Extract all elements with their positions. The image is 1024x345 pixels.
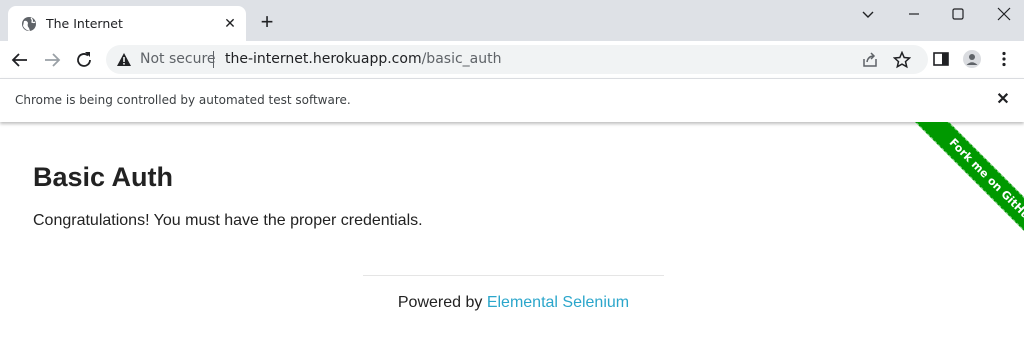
infobar-message: Chrome is being controlled by automated … [15, 93, 351, 107]
globe-icon [22, 17, 36, 31]
url-text[interactable]: the-internet.herokuapp.com/basic_auth [225, 51, 501, 67]
reload-icon[interactable] [73, 49, 95, 71]
browser-tab[interactable]: The Internet ✕ [8, 6, 246, 41]
footer-divider [363, 275, 664, 276]
tab-title: The Internet [46, 16, 123, 31]
arrow-left-icon[interactable] [9, 49, 31, 71]
star-icon[interactable] [893, 51, 911, 69]
infobar-close-icon[interactable]: ✕ [994, 91, 1012, 109]
tab-strip: The Internet ✕ + [0, 0, 1024, 41]
success-message: Congratulations! You must have the prope… [33, 212, 423, 229]
fork-me-link[interactable]: Fork me on GitHub [912, 122, 1024, 252]
address-bar[interactable]: Not secure the-internet.herokuapp.com/ba… [106, 45, 928, 74]
arrow-right-icon[interactable] [41, 49, 63, 71]
page-title: Basic Auth [33, 162, 174, 192]
browser-toolbar: Not secure the-internet.herokuapp.com/ba… [0, 41, 1024, 78]
minimize-icon[interactable] [903, 5, 925, 23]
security-label[interactable]: Not secure [140, 51, 216, 67]
footer: Powered by Elemental Selenium [363, 294, 664, 312]
tab-close-icon[interactable]: ✕ [222, 15, 238, 31]
warning-icon[interactable] [117, 53, 131, 66]
profile-icon[interactable] [963, 50, 981, 68]
footer-prefix: Powered by [397, 294, 487, 311]
maximize-icon[interactable] [947, 5, 969, 23]
share-icon[interactable] [861, 51, 879, 69]
new-tab-button[interactable]: + [256, 11, 278, 34]
close-window-icon[interactable] [993, 5, 1015, 23]
ribbon-label: Fork me on GitHub [946, 135, 1024, 228]
tab-search-icon[interactable] [857, 5, 879, 23]
automation-infobar: Chrome is being controlled by automated … [0, 78, 1024, 122]
url-path: /basic_auth [421, 51, 502, 67]
github-ribbon: Fork me on GitHub [874, 122, 1024, 252]
kebab-menu-icon[interactable] [995, 50, 1013, 68]
divider [213, 51, 214, 68]
url-host: the-internet.herokuapp.com [225, 51, 422, 67]
elemental-selenium-link[interactable]: Elemental Selenium [487, 294, 629, 311]
side-panel-icon[interactable] [932, 50, 950, 68]
